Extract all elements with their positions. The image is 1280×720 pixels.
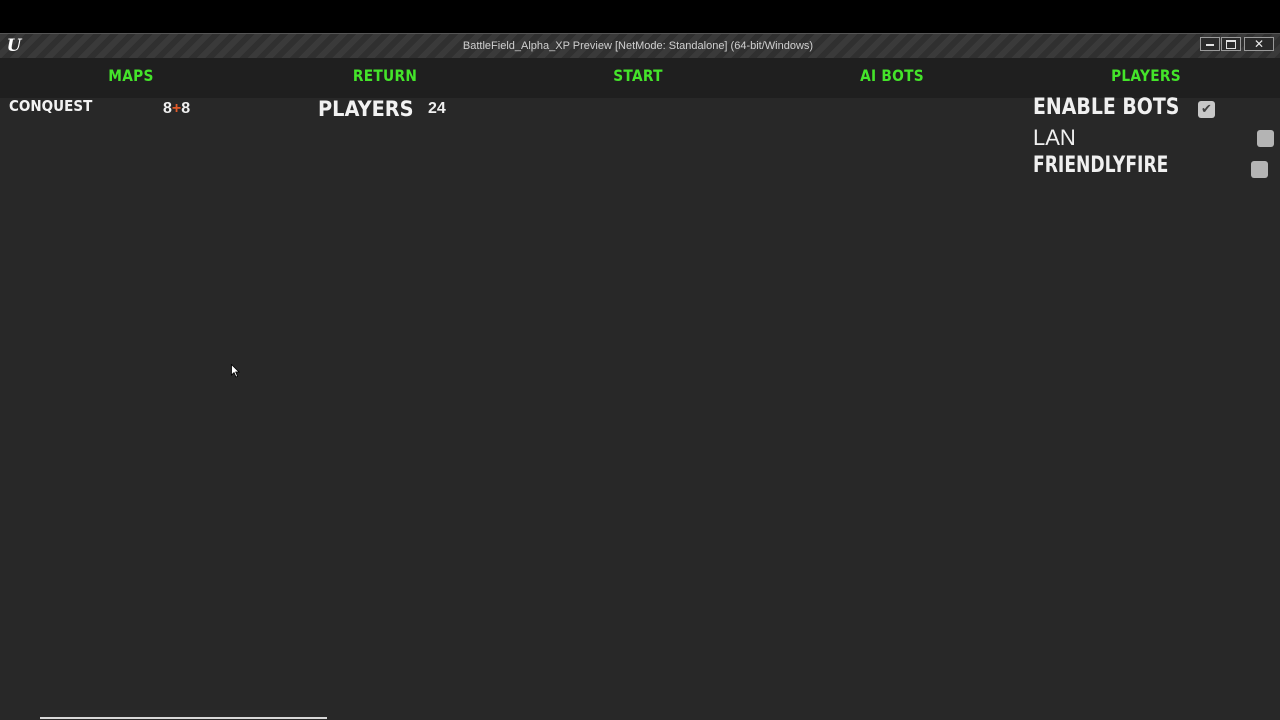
- lan-checkbox[interactable]: [1257, 130, 1274, 147]
- maximize-icon: [1222, 38, 1240, 50]
- checkmark-icon: ✔: [1201, 102, 1212, 117]
- friendly-fire-checkbox[interactable]: [1251, 161, 1268, 178]
- close-icon: ✕: [1253, 37, 1265, 51]
- mouse-cursor-icon: [231, 364, 240, 378]
- lan-label: LAN: [1033, 125, 1076, 150]
- minimize-button[interactable]: [1200, 37, 1220, 51]
- minimize-icon: [1201, 38, 1219, 50]
- team-a-count: 8: [163, 100, 172, 117]
- enable-bots-label: ENABLE BOTS: [1033, 95, 1180, 120]
- loading-strip: [40, 717, 327, 719]
- close-button[interactable]: ✕: [1244, 37, 1274, 51]
- enable-bots-checkbox[interactable]: ✔: [1198, 101, 1215, 118]
- game-window: U BattleField_Alpha_XP Preview [NetMode:…: [0, 33, 1280, 720]
- players-count: 24: [428, 100, 446, 117]
- team-size: 8+8: [163, 100, 190, 118]
- team-b-count: 8: [181, 100, 191, 117]
- screen-top-bar: [0, 0, 1280, 33]
- window-title: BattleField_Alpha_XP Preview [NetMode: S…: [462, 40, 814, 52]
- players-button[interactable]: PLAYERS: [1094, 66, 1197, 85]
- maps-button[interactable]: MAPS: [79, 66, 182, 85]
- team-separator: +: [171, 100, 182, 117]
- game-mode-label: CONQUEST: [9, 97, 93, 115]
- top-menu-bar: MAPS RETURN START AI BOTS PLAYERS: [0, 58, 1280, 98]
- maximize-button[interactable]: [1221, 37, 1241, 51]
- ai-bots-button[interactable]: AI BOTS: [840, 66, 943, 85]
- return-button[interactable]: RETURN: [333, 66, 436, 85]
- start-button[interactable]: START: [586, 66, 689, 85]
- friendly-fire-label: FRIENDLYFIRE: [1033, 153, 1169, 178]
- title-bar[interactable]: U BattleField_Alpha_XP Preview [NetMode:…: [0, 33, 1280, 58]
- players-label: PLAYERS: [318, 97, 414, 121]
